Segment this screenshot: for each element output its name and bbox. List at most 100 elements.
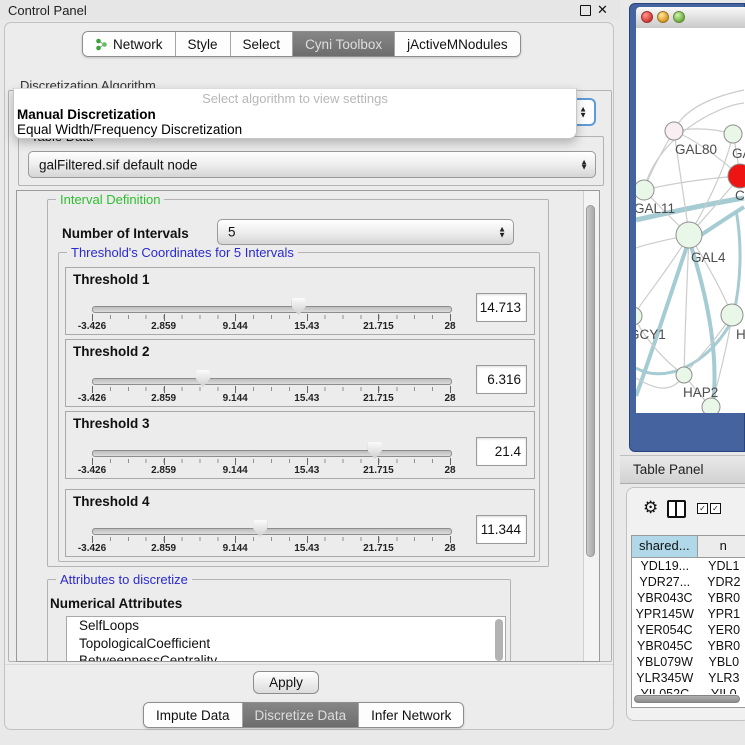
- attributes-group-title: Attributes to discretize: [56, 572, 192, 587]
- slider-major-tick: [450, 458, 451, 465]
- cell-name[interactable]: YBR0: [698, 590, 745, 606]
- close-icon[interactable]: ✕: [597, 2, 608, 18]
- cell-shared-name[interactable]: YBL079W: [632, 654, 698, 670]
- slider-major-tick: [378, 386, 379, 393]
- tab-select[interactable]: Select: [231, 32, 294, 56]
- cell-shared-name[interactable]: YDL19...: [632, 558, 698, 574]
- slider-major-tick: [92, 536, 93, 543]
- tab-cyni-toolbox[interactable]: Cyni Toolbox: [293, 32, 395, 56]
- cell-shared-name[interactable]: YER054C: [632, 622, 698, 638]
- slider-minor-ticks: [92, 387, 451, 391]
- attribute-list-item[interactable]: BetweennessCentrality: [67, 652, 505, 662]
- table-row[interactable]: YBR043C YBR0: [632, 590, 745, 606]
- table-data-combobox[interactable]: galFiltered.sif default node ▲▼: [28, 151, 596, 178]
- numerical-attributes-list[interactable]: SelfLoopsTopologicalCoefficientBetweenne…: [66, 616, 506, 662]
- combo-arrows-icon: ▲▼: [580, 159, 588, 170]
- table-row[interactable]: YBR045C YBR0: [632, 638, 745, 654]
- zoom-traffic-light-icon[interactable]: [673, 11, 685, 23]
- threshold-slider-track[interactable]: [92, 306, 452, 313]
- table-row[interactable]: YBL079W YBL0: [632, 654, 745, 670]
- cell-shared-name[interactable]: YIL052C: [632, 686, 698, 694]
- dropdown-option-equal-width[interactable]: Equal Width/Frequency Discretization: [17, 122, 242, 137]
- slider-major-tick: [235, 386, 236, 393]
- threshold-value-field[interactable]: 21.4: [476, 437, 527, 466]
- slider-tick-label: 2.859: [151, 393, 176, 404]
- threshold-slider-track[interactable]: [92, 528, 452, 535]
- tab-jactivemnodules[interactable]: jActiveMNodules: [395, 32, 520, 56]
- column-header-name[interactable]: n: [698, 536, 745, 557]
- cell-name[interactable]: YDR2: [698, 574, 745, 590]
- slider-tick-label: -3.426: [78, 543, 106, 554]
- slider-major-tick: [307, 458, 308, 465]
- minimize-traffic-light-icon[interactable]: [657, 11, 669, 23]
- threshold-label: Threshold 4: [73, 494, 150, 509]
- tab-infer-network[interactable]: Infer Network: [359, 703, 463, 727]
- network-node[interactable]: [636, 180, 654, 200]
- cell-shared-name[interactable]: YDR27...: [632, 574, 698, 590]
- network-node[interactable]: [665, 122, 683, 140]
- table-row[interactable]: YPR145W YPR1: [632, 606, 745, 622]
- cell-shared-name[interactable]: YBR045C: [632, 638, 698, 654]
- split-columns-icon[interactable]: [667, 500, 686, 518]
- checkbox-icon[interactable]: ✓: [697, 503, 708, 514]
- control-panel-titlebar: Control Panel ✕: [0, 0, 620, 20]
- slider-tick-label: 21.715: [363, 321, 394, 332]
- slider-major-tick: [378, 536, 379, 543]
- slider-major-tick: [92, 458, 93, 465]
- float-window-icon[interactable]: [580, 5, 591, 16]
- table-row[interactable]: YIL052C YIL0: [632, 686, 745, 694]
- checkbox-icon[interactable]: ✓: [710, 503, 721, 514]
- cell-name[interactable]: YPR1: [698, 606, 745, 622]
- cell-name[interactable]: YDL1: [698, 558, 745, 574]
- threshold-slider-track[interactable]: [92, 450, 452, 457]
- dropdown-option-manual[interactable]: Manual Discretization: [17, 107, 156, 122]
- close-traffic-light-icon[interactable]: [641, 11, 653, 23]
- network-window-titlebar[interactable]: [636, 7, 745, 29]
- network-node[interactable]: [721, 304, 743, 326]
- tab-impute-data[interactable]: Impute Data: [144, 703, 243, 727]
- slider-tick-label: 15.43: [294, 543, 319, 554]
- cyni-bottom-tabbar: Impute Data Discretize Data Infer Networ…: [143, 702, 464, 728]
- table-row[interactable]: YDR27... YDR2: [632, 574, 745, 590]
- attribute-list-item[interactable]: TopologicalCoefficient: [67, 635, 505, 653]
- slider-minor-ticks: [92, 537, 451, 541]
- tab-network[interactable]: Network: [83, 32, 176, 56]
- network-node[interactable]: [676, 222, 702, 248]
- gear-icon[interactable]: ⚙: [643, 499, 658, 516]
- network-canvas[interactable]: GAL80GACGAL11GAL4GCY1HHAP2: [636, 28, 745, 413]
- network-node[interactable]: [636, 307, 642, 325]
- network-node-label: C: [735, 188, 745, 203]
- network-node[interactable]: [676, 367, 692, 383]
- tab-discretize-data[interactable]: Discretize Data: [243, 703, 360, 727]
- threshold-value-field[interactable]: 6.316: [476, 365, 527, 394]
- scrollpane-scrollbar-thumb[interactable]: [586, 205, 595, 557]
- combo-arrows-icon: ▲▼: [498, 227, 506, 238]
- column-header-shared-name[interactable]: shared...: [632, 536, 698, 557]
- cell-name[interactable]: YLR3: [698, 670, 745, 686]
- attributes-list-scrollbar[interactable]: [495, 619, 503, 661]
- table-horizontal-scrollbar-thumb[interactable]: [634, 695, 740, 703]
- slider-major-tick: [164, 314, 165, 321]
- cell-name[interactable]: YIL0: [698, 686, 745, 694]
- threshold-value-field[interactable]: 11.344: [476, 515, 527, 544]
- threshold-value-field[interactable]: 14.713: [476, 293, 527, 322]
- cell-shared-name[interactable]: YLR345W: [632, 670, 698, 686]
- slider-tick-label: 2.859: [151, 543, 176, 554]
- tab-style[interactable]: Style: [176, 32, 231, 56]
- table-row[interactable]: YLR345W YLR3: [632, 670, 745, 686]
- network-node[interactable]: [702, 398, 720, 413]
- cell-shared-name[interactable]: YPR145W: [632, 606, 698, 622]
- network-node-label: GAL80: [675, 142, 717, 157]
- network-node[interactable]: [724, 125, 742, 143]
- apply-button[interactable]: Apply: [253, 671, 319, 694]
- attribute-list-item[interactable]: SelfLoops: [67, 617, 505, 635]
- table-row[interactable]: YER054C YER0: [632, 622, 745, 638]
- threshold-slider-track[interactable]: [92, 378, 452, 385]
- cell-name[interactable]: YBR0: [698, 638, 745, 654]
- cell-shared-name[interactable]: YBR043C: [632, 590, 698, 606]
- cell-name[interactable]: YBL0: [698, 654, 745, 670]
- number-of-intervals-combobox[interactable]: 5 ▲▼: [217, 219, 514, 245]
- table-row[interactable]: YDL19... YDL1: [632, 558, 745, 574]
- scrollpane-scrollbar-track[interactable]: [583, 191, 599, 661]
- cell-name[interactable]: YER0: [698, 622, 745, 638]
